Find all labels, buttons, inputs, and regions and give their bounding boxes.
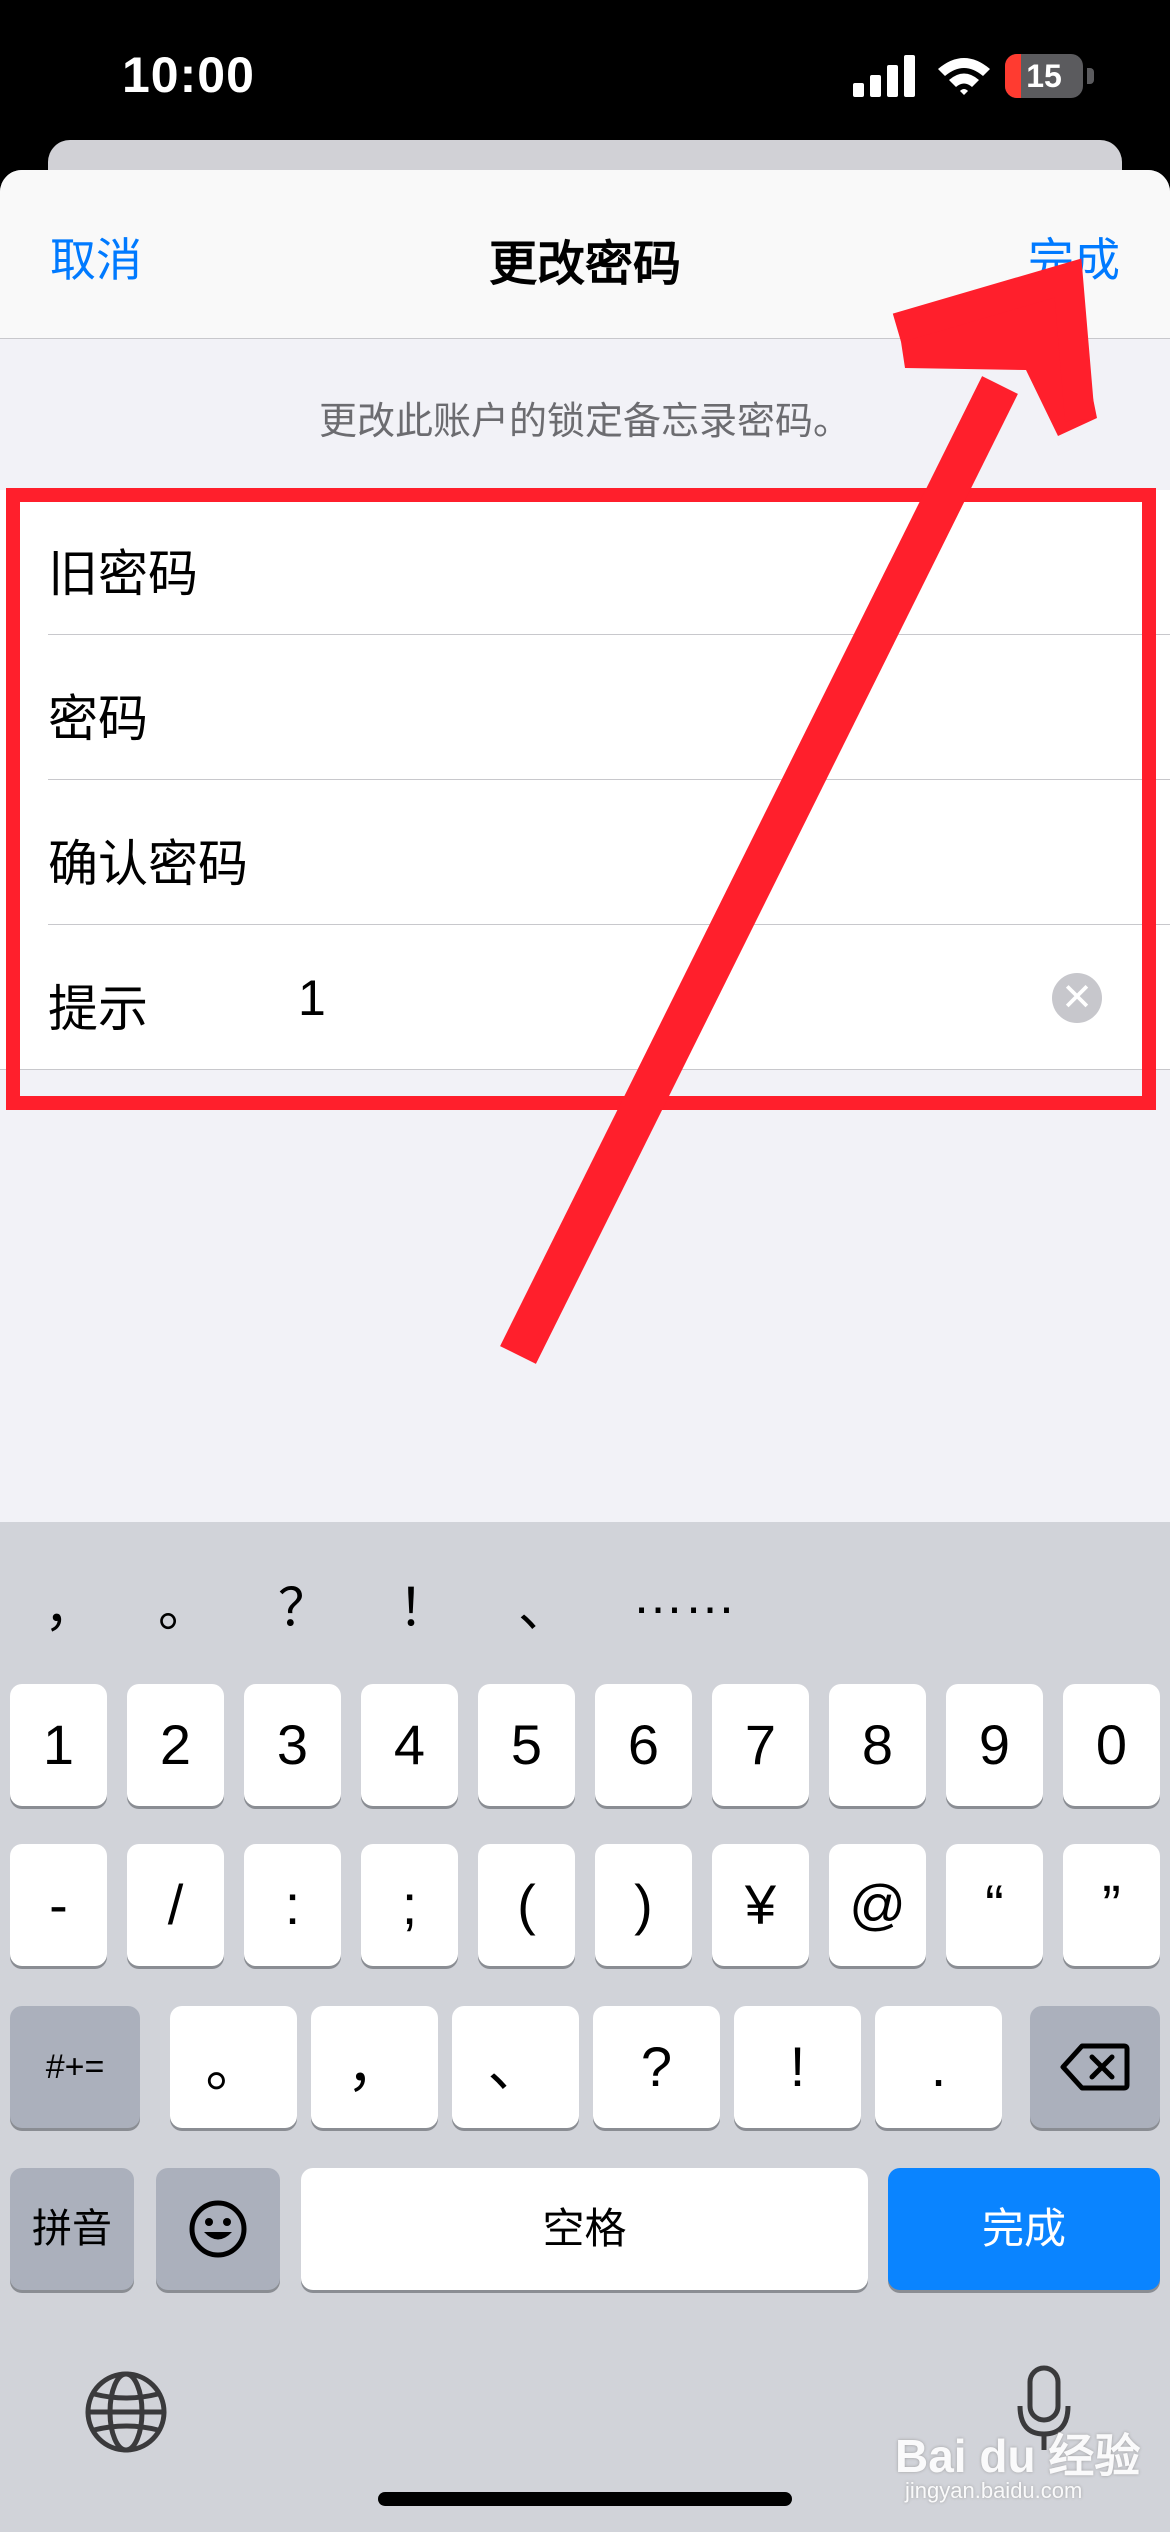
cellular-signal-icon <box>853 55 915 97</box>
key-close-paren[interactable]: ) <box>595 1844 692 1966</box>
key-dot[interactable]: . <box>875 2006 1002 2128</box>
candidate-ellipsis[interactable]: …… <box>632 1566 736 1626</box>
confirm-password-label: 确认密码 <box>48 836 248 892</box>
key-hyphen[interactable]: - <box>10 1844 107 1966</box>
key-1[interactable]: 1 <box>10 1684 107 1806</box>
wifi-icon <box>938 58 990 95</box>
watermark-logo: Bai du 经验 <box>895 2430 1141 2482</box>
candidate-period[interactable]: 。 <box>158 1566 210 1641</box>
password-form: 旧密码 密码 确认密码 提示 1 ✕ <box>0 490 1170 1070</box>
key-close-quote[interactable]: ” <box>1063 1844 1160 1966</box>
key-2[interactable]: 2 <box>127 1684 224 1806</box>
key-9[interactable]: 9 <box>946 1684 1043 1806</box>
key-fullwidth-comma[interactable]: ， <box>311 2006 438 2128</box>
key-7[interactable]: 7 <box>712 1684 809 1806</box>
key-5[interactable]: 5 <box>478 1684 575 1806</box>
key-enumeration-comma[interactable]: 、 <box>452 2006 579 2128</box>
old-password-label: 旧密码 <box>48 546 198 602</box>
new-password-field[interactable]: 密码 <box>0 635 1170 780</box>
space-key[interactable]: 空格 <box>301 2168 868 2290</box>
key-8[interactable]: 8 <box>829 1684 926 1806</box>
hint-field[interactable]: 提示 1 ✕ <box>0 925 1170 1070</box>
globe-icon[interactable] <box>84 2370 168 2454</box>
key-open-quote[interactable]: “ <box>946 1844 1043 1966</box>
key-3[interactable]: 3 <box>244 1684 341 1806</box>
hint-input[interactable]: 1 <box>298 969 326 1027</box>
battery-level: 15 <box>1026 58 1062 94</box>
status-bar: 10:00 15 <box>0 0 1170 150</box>
home-indicator <box>378 2492 792 2506</box>
key-semicolon[interactable]: ; <box>361 1844 458 1966</box>
battery-icon: 15 <box>1005 54 1095 98</box>
candidate-enumeration-comma[interactable]: 、 <box>518 1566 570 1641</box>
description-text: 更改此账户的锁定备忘录密码。 <box>318 401 851 443</box>
emoji-icon <box>189 2200 247 2258</box>
key-4[interactable]: 4 <box>361 1684 458 1806</box>
password-label: 密码 <box>48 691 148 747</box>
delete-key[interactable] <box>1030 2006 1160 2128</box>
keyboard: ， 。 ？ ！ 、 …… 1 2 3 4 5 6 7 8 9 0 - / : ;… <box>0 1522 1170 2532</box>
keyboard-done-key[interactable]: 完成 <box>888 2168 1160 2290</box>
key-colon[interactable]: : <box>244 1844 341 1966</box>
emoji-key[interactable] <box>156 2168 280 2290</box>
clear-text-icon[interactable]: ✕ <box>1052 973 1102 1023</box>
page-title: 更改密码 <box>488 238 681 291</box>
key-at[interactable]: @ <box>829 1844 926 1966</box>
symbols-key[interactable]: #+= <box>10 2006 140 2128</box>
candidate-exclamation[interactable]: ！ <box>398 1566 450 1641</box>
backspace-icon <box>1060 2043 1130 2091</box>
key-0[interactable]: 0 <box>1063 1684 1160 1806</box>
status-time: 10:00 <box>122 47 255 103</box>
key-slash[interactable]: / <box>127 1844 224 1966</box>
key-full-stop[interactable]: 。 <box>170 2006 297 2128</box>
done-button[interactable]: 完成 <box>1028 224 1120 290</box>
key-6[interactable]: 6 <box>595 1684 692 1806</box>
confirm-password-field[interactable]: 确认密码 <box>0 780 1170 925</box>
nav-bar: 取消 更改密码 完成 <box>0 170 1170 339</box>
key-exclamation[interactable]: ! <box>734 2006 861 2128</box>
key-yen[interactable]: ¥ <box>712 1844 809 1966</box>
old-password-field[interactable]: 旧密码 <box>0 490 1170 635</box>
watermark-url: jingyan.baidu.com <box>905 2478 1083 2503</box>
hint-label: 提示 <box>48 981 148 1037</box>
candidate-question[interactable]: ？ <box>278 1566 330 1641</box>
key-question[interactable]: ? <box>593 2006 720 2128</box>
candidate-comma[interactable]: ， <box>44 1566 96 1641</box>
key-open-paren[interactable]: ( <box>478 1844 575 1966</box>
pinyin-key[interactable]: 拼音 <box>10 2168 134 2290</box>
